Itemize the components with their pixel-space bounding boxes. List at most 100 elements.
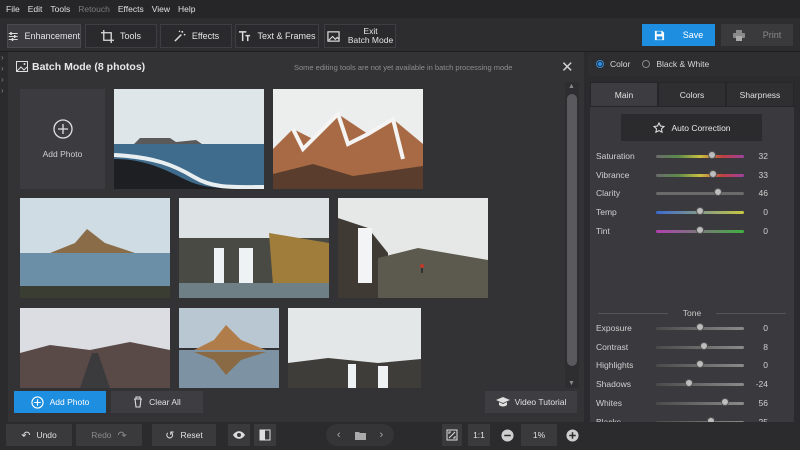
left-collapse-strip[interactable]: › › › ›	[0, 52, 8, 422]
zoom-level-field[interactable]: 1%	[521, 424, 557, 446]
redo-icon: ↷	[117, 429, 127, 442]
scroll-down-icon[interactable]: ▼	[568, 380, 575, 387]
folder-icon[interactable]	[354, 431, 366, 440]
undo-button[interactable]: ↶ Undo	[6, 424, 72, 446]
menu-retouch[interactable]: Retouch	[78, 4, 110, 14]
image-stack-icon	[16, 61, 28, 72]
add-photo-tile[interactable]: Add Photo	[20, 89, 105, 189]
slider-saturation[interactable]: Saturation 32	[596, 150, 788, 164]
menu-file[interactable]: File	[6, 4, 20, 14]
vertical-scrollbar[interactable]: ▲ ▼	[565, 82, 579, 388]
exit-batch-mode-button[interactable]: Exit Batch Mode	[324, 24, 396, 48]
slider-whites[interactable]: Whites 56	[596, 397, 788, 411]
zoom-in-button[interactable]	[562, 424, 582, 446]
slider-track[interactable]	[656, 173, 744, 177]
slider-track[interactable]	[656, 383, 744, 387]
slider-handle[interactable]	[696, 360, 704, 369]
video-tutorial-button[interactable]: Video Tutorial	[485, 391, 577, 413]
slider-label: Contrast	[596, 341, 629, 352]
photo-thumbnail[interactable]	[20, 308, 170, 388]
chevron-left-icon[interactable]: ‹	[337, 429, 341, 441]
zoom-out-button[interactable]	[497, 424, 517, 446]
batch-actions: Add Photo Clear All Video Tutorial	[8, 388, 584, 422]
slider-handle[interactable]	[709, 169, 718, 178]
tab-tools-label: Tools	[119, 31, 141, 41]
tab-enhancement-label: Enhancement	[24, 31, 80, 41]
redo-button[interactable]: Redo ↷	[76, 424, 142, 446]
crop-icon	[100, 29, 114, 43]
reset-label: Reset	[180, 430, 203, 440]
slider-label: Saturation	[596, 151, 635, 161]
photo-thumbnail[interactable]	[179, 198, 329, 298]
photo-thumbnail[interactable]	[114, 89, 264, 189]
slider-value: 0	[763, 225, 768, 236]
slider-highlights[interactable]: Highlights 0	[596, 359, 788, 373]
graduation-cap-icon	[495, 397, 510, 407]
close-icon[interactable]: ✕	[561, 58, 574, 76]
reset-button[interactable]: ↺ Reset	[152, 424, 216, 446]
menu-effects[interactable]: Effects	[118, 4, 144, 14]
photo-thumbnail[interactable]	[20, 198, 170, 298]
tab-enhancement[interactable]: Enhancement	[7, 24, 81, 48]
print-label: Print	[762, 30, 782, 40]
save-button[interactable]: Save	[642, 24, 715, 46]
menu-edit[interactable]: Edit	[28, 4, 43, 14]
chevron-right-icon[interactable]: ›	[380, 429, 384, 441]
slider-temp[interactable]: Temp 0	[596, 206, 788, 220]
slider-track[interactable]	[656, 155, 744, 158]
color-mode-bar: Color Black & White	[588, 52, 800, 76]
slider-label: Exposure	[596, 323, 632, 333]
clear-all-button[interactable]: Clear All	[111, 391, 203, 413]
menu-bar: File Edit Tools Retouch Effects View Hel…	[0, 0, 800, 18]
menu-help[interactable]: Help	[178, 4, 195, 14]
slider-track[interactable]	[656, 192, 744, 196]
slider-handle[interactable]	[696, 225, 704, 234]
tab-text-frames[interactable]: Text & Frames	[235, 24, 319, 48]
undo-icon: ↶	[21, 429, 31, 442]
compare-button[interactable]	[254, 424, 276, 446]
ratio-label: 1:1	[473, 430, 485, 440]
navigation-group: ‹ ›	[326, 424, 394, 446]
photo-thumbnail[interactable]	[179, 308, 279, 388]
auto-correction-button[interactable]: Auto Correction	[621, 114, 762, 141]
fit-to-screen-button[interactable]	[442, 424, 462, 446]
photo-thumbnail[interactable]	[288, 308, 421, 388]
print-button[interactable]: Print	[721, 24, 793, 46]
divider	[716, 313, 786, 314]
video-tutorial-label: Video Tutorial	[514, 397, 567, 407]
slider-track[interactable]	[656, 401, 744, 405]
slider-handle[interactable]	[696, 323, 704, 331]
bw-radio[interactable]	[642, 60, 651, 68]
photo-thumbnail[interactable]	[273, 89, 423, 189]
tab-sharpness[interactable]: Sharpness	[726, 82, 794, 107]
scrollbar-thumb[interactable]	[567, 94, 577, 366]
preview-button[interactable]	[228, 424, 250, 446]
fit-screen-icon	[446, 429, 458, 441]
slider-handle[interactable]	[699, 341, 708, 350]
slider-exposure[interactable]: Exposure 0	[596, 322, 788, 336]
color-radio[interactable]	[596, 60, 604, 68]
plus-circle-icon	[31, 395, 44, 409]
add-photo-button[interactable]: Add Photo	[14, 391, 106, 413]
actual-size-button[interactable]: 1:1	[468, 424, 490, 446]
tab-effects[interactable]: Effects	[160, 24, 232, 48]
slider-handle[interactable]	[720, 397, 729, 406]
slider-shadows[interactable]: Shadows -24	[596, 378, 788, 392]
menu-tools[interactable]: Tools	[50, 4, 70, 14]
slider-label: Shadows	[596, 379, 631, 390]
trash-icon	[134, 396, 143, 408]
floppy-icon	[654, 30, 664, 40]
menu-view[interactable]: View	[152, 4, 170, 14]
tab-colors[interactable]: Colors	[658, 82, 726, 107]
tab-main[interactable]: Main	[590, 82, 658, 107]
slider-contrast[interactable]: Contrast 8	[596, 341, 788, 355]
tab-tools[interactable]: Tools	[85, 24, 157, 48]
slider-clarity[interactable]: Clarity 46	[596, 187, 788, 201]
slider-vibrance[interactable]: Vibrance 33	[596, 169, 788, 183]
scroll-up-icon[interactable]: ▲	[568, 83, 575, 90]
slider-handle[interactable]	[714, 188, 723, 197]
slider-value: 46	[758, 188, 768, 199]
slider-tint[interactable]: Tint 0	[596, 225, 788, 239]
photo-thumbnail[interactable]	[338, 198, 488, 298]
auto-correction-label: Auto Correction	[671, 122, 731, 133]
